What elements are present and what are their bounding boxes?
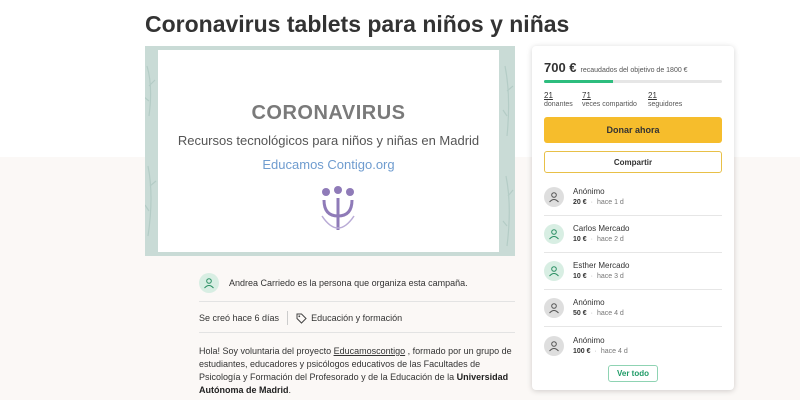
stat-label: donantes [544,101,573,108]
donor-name: Esther Mercado [573,261,630,270]
campaign-description: Hola! Soy voluntaria del proyecto Educam… [199,345,515,397]
donation-time: hace 4 d [596,310,624,317]
progress-bar [544,80,722,83]
donation-time: hace 4 d [600,347,628,355]
donations-list: Anónimo 20 € · hace 1 d Carlos Mercado 10 € · h… [544,179,722,364]
donation-amount: 10 € [573,236,587,243]
donation-panel: 700 € recaudados del objetivo de 1800 € … [532,46,734,390]
see-all-row: Ver todo [544,365,722,382]
user-icon [544,224,564,244]
donation-item: Anónimo 50 € · hace 4 d [544,290,722,327]
donation-item: Esther Mercado 10 € · hace 3 d [544,253,722,290]
see-all-button[interactable]: Ver todo [608,365,658,382]
hero-subtitle: Recursos tecnológicos para niños y niñas… [177,133,480,148]
donation-item: Carlos Mercado 10 € · hace 2 d [544,216,722,253]
donation-time: hace 1 d [596,199,624,206]
stat-value: 21 [648,91,657,100]
dot-separator: · [590,236,593,243]
page-title: Coronavirus tablets para niños y niñas [145,11,570,37]
user-icon [544,261,564,281]
goal-text: recaudados del objetivo de 1800 € [580,67,688,74]
dot-separator: · [594,347,597,355]
dot-separator: · [590,310,593,317]
stat-value: 71 [582,91,591,100]
organizer-avatar-icon [199,273,219,293]
project-link[interactable]: Educamoscontigo [334,346,406,356]
description-text: . [288,385,292,395]
divider [199,301,515,302]
stat-label: veces compartido [582,101,637,108]
stat-value: 21 [544,91,553,100]
hero-org-name: Educamos Contigo.org [262,157,395,172]
dot-separator: · [590,273,593,280]
organizer-row: Andrea Carriedo es la persona que organi… [199,266,515,300]
donation-amount: 10 € [573,273,587,280]
donation-item: Anónimo 100 € · hace 4 d [544,327,722,364]
stat-label: seguidores [648,101,683,108]
donation-time: hace 2 d [596,236,624,243]
user-icon [544,298,564,318]
donor-name: Anónimo [573,298,605,307]
stat-followers[interactable]: 21 seguidores [648,91,708,109]
stats-row: 21 donantes 71 veces compartido 21 segui… [544,91,722,109]
campaign-hero-image[interactable]: CORONAVIRUS Recursos tecnológicos para n… [145,46,515,256]
meta-separator [287,311,289,325]
campaign-meta: Se creó hace 6 días Educación y formació… [199,310,402,326]
stat-donors[interactable]: 21 donantes [544,91,582,109]
dot-separator: · [590,199,593,206]
category-link[interactable]: Educación y formación [311,313,402,323]
progress-fill [544,80,614,83]
hero-card: CORONAVIRUS Recursos tecnológicos para n… [158,50,499,252]
raised-amount: 700 € [544,60,577,75]
donation-amount: 50 € [573,310,587,317]
donor-name: Anónimo [573,187,605,196]
user-icon [544,335,564,356]
donate-now-button[interactable]: Donar ahora [544,117,722,143]
tag-icon [296,313,307,324]
description-text: Hola! Soy voluntaria del proyecto [199,346,334,356]
donor-name: Carlos Mercado [573,224,630,233]
stat-shares[interactable]: 71 veces compartido [582,91,648,109]
hero-heading: CORONAVIRUS [251,102,406,124]
donation-amount: 100 € [573,347,591,355]
organizer-text: Andrea Carriedo es la persona que organi… [229,278,468,288]
donor-name: Anónimo [573,335,605,345]
donation-item: Anónimo 20 € · hace 1 d [544,179,722,216]
divider [199,332,515,333]
donation-amount: 20 € [573,199,587,206]
created-date: Se creó hace 6 días [199,313,280,323]
share-button[interactable]: Compartir [544,151,722,173]
psi-logo-icon [321,186,355,230]
donation-time: hace 3 d [596,273,624,280]
user-icon [544,187,564,207]
amount-row: 700 € recaudados del objetivo de 1800 € [544,60,722,75]
